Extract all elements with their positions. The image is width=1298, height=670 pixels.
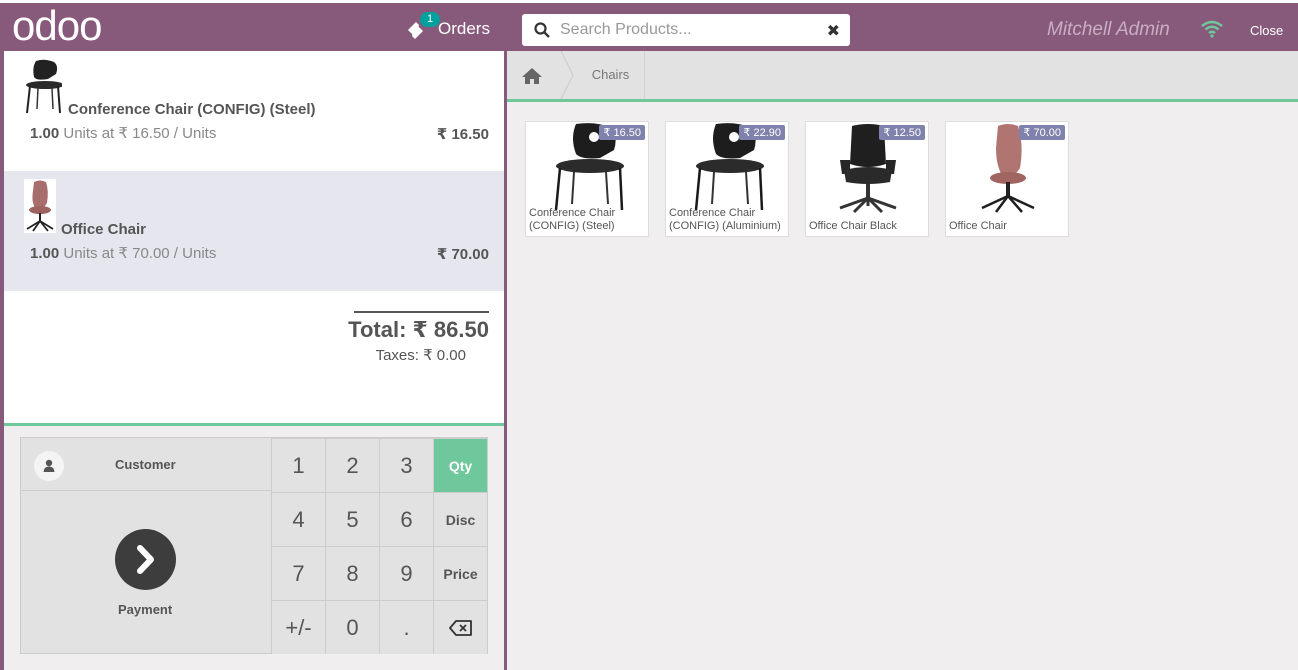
order-line[interactable]: Office Chair 1.00 Units at ₹ 70.00 / Uni… xyxy=(4,171,504,291)
numpad-mode-price[interactable]: Price xyxy=(433,546,487,600)
numpad-key-3[interactable]: 3 xyxy=(379,438,433,492)
product-card[interactable]: ₹ 12.50 Office Chair Black xyxy=(805,121,929,237)
numpad-backspace[interactable] xyxy=(433,600,487,654)
order-taxes: Taxes: ₹ 0.00 xyxy=(375,347,466,364)
numpad-key-8[interactable]: 8 xyxy=(325,546,379,600)
product-name: Conference Chair (CONFIG) (Steel) xyxy=(529,207,616,232)
order-line-price: ₹ 70.00 xyxy=(436,246,489,263)
order-line-price: ₹ 16.50 xyxy=(436,126,489,143)
product-name: Conference Chair (CONFIG) (Aluminium) xyxy=(669,207,781,232)
payment-label: Payment xyxy=(118,602,173,617)
customer-label: Customer xyxy=(115,457,176,472)
customer-button[interactable]: Customer xyxy=(21,438,271,491)
numpad-key-9[interactable]: 9 xyxy=(379,546,433,600)
numpad-key-6[interactable]: 6 xyxy=(379,492,433,546)
close-button[interactable]: Close xyxy=(1250,23,1283,38)
numpad-key-7[interactable]: 7 xyxy=(271,546,325,600)
customer-avatar xyxy=(34,451,64,481)
numpad-key-4[interactable]: 4 xyxy=(271,492,325,546)
orders-count-badge: 1 xyxy=(420,12,440,27)
clear-search-icon[interactable]: ✖ xyxy=(827,21,840,41)
order-line-name: Office Chair xyxy=(61,221,147,238)
order-line-unit-info: Units at ₹ 70.00 / Units xyxy=(63,245,217,262)
numpad: 1 2 3 Qty 4 5 6 Disc 7 8 9 Price +/- 0 . xyxy=(271,437,488,654)
order-line-info: 1.00 Units at ₹ 70.00 / Units xyxy=(30,244,216,262)
payment-button[interactable]: Payment xyxy=(21,492,271,653)
breadcrumb-divider xyxy=(507,99,1298,102)
order-pane: Conference Chair (CONFIG) (Steel) 1.00 U… xyxy=(4,51,504,670)
search-icon xyxy=(534,22,550,38)
numpad-key-dot[interactable]: . xyxy=(379,600,433,654)
order-line-qty: 1.00 xyxy=(30,125,60,142)
backspace-icon xyxy=(448,619,472,636)
product-name: Office Chair Black xyxy=(809,220,897,232)
payment-circle xyxy=(115,529,176,590)
product-card[interactable]: ₹ 22.90 Conference Chair (CONFIG) (Alumi… xyxy=(665,121,789,237)
cashier-name[interactable]: Mitchell Admin xyxy=(1047,19,1170,41)
numpad-key-2[interactable]: 2 xyxy=(325,438,379,492)
product-pane: Chairs ₹ 16.50 Conference Chair (CONFIG)… xyxy=(507,51,1298,670)
product-card[interactable]: ₹ 16.50 Conference Chair (CONFIG) (Steel… xyxy=(525,121,649,237)
numpad-key-1[interactable]: 1 xyxy=(271,438,325,492)
product-name: Office Chair xyxy=(949,220,1007,232)
search-box: ✖ xyxy=(522,14,850,46)
numpad-key-0[interactable]: 0 xyxy=(325,600,379,654)
pos-header: odoo 1 Orders ✖ Mitchell Admin Close xyxy=(0,0,1298,51)
product-price-tag: ₹ 16.50 xyxy=(599,125,645,140)
numpad-mode-disc[interactable]: Disc xyxy=(433,492,487,546)
numpad-key-5[interactable]: 5 xyxy=(325,492,379,546)
order-line-qty: 1.00 xyxy=(30,245,60,262)
order-total: Total: ₹ 86.50 xyxy=(348,317,489,342)
order-line-name: Conference Chair (CONFIG) (Steel) xyxy=(68,101,316,118)
order-line-unit-info: Units at ₹ 16.50 / Units xyxy=(63,125,217,142)
product-price-tag: ₹ 22.90 xyxy=(739,125,785,140)
office-chair-thumbnail xyxy=(24,179,56,233)
wifi-icon[interactable] xyxy=(1201,20,1223,38)
user-icon xyxy=(43,459,55,472)
numpad-key-plus-minus[interactable]: +/- xyxy=(271,600,325,654)
order-line-info: 1.00 Units at ₹ 16.50 / Units xyxy=(30,124,216,142)
summary-rule xyxy=(354,311,489,313)
control-area: Customer Payment 1 2 3 Qty 4 5 6 Disc 7 … xyxy=(4,426,504,670)
search-input[interactable] xyxy=(560,21,820,39)
order-line[interactable]: Conference Chair (CONFIG) (Steel) 1.00 U… xyxy=(4,51,504,171)
breadcrumb: Chairs xyxy=(507,51,1298,99)
odoo-logo: odoo xyxy=(12,7,102,49)
orders-button[interactable]: 1 Orders xyxy=(406,12,490,43)
numpad-mode-qty[interactable]: Qty xyxy=(433,438,487,492)
action-buttons: Customer Payment xyxy=(20,437,272,654)
product-card[interactable]: ₹ 70.00 Office Chair xyxy=(945,121,1069,237)
home-icon xyxy=(522,68,542,84)
chevron-right-icon xyxy=(137,545,154,574)
svg-text:odoo: odoo xyxy=(12,7,101,49)
orders-label: Orders xyxy=(438,19,490,38)
product-price-tag: ₹ 70.00 xyxy=(1019,125,1065,140)
breadcrumb-separator xyxy=(560,51,574,99)
breadcrumb-category[interactable]: Chairs xyxy=(577,51,645,99)
product-price-tag: ₹ 12.50 xyxy=(879,125,925,140)
conference-chair-thumbnail xyxy=(26,59,62,114)
